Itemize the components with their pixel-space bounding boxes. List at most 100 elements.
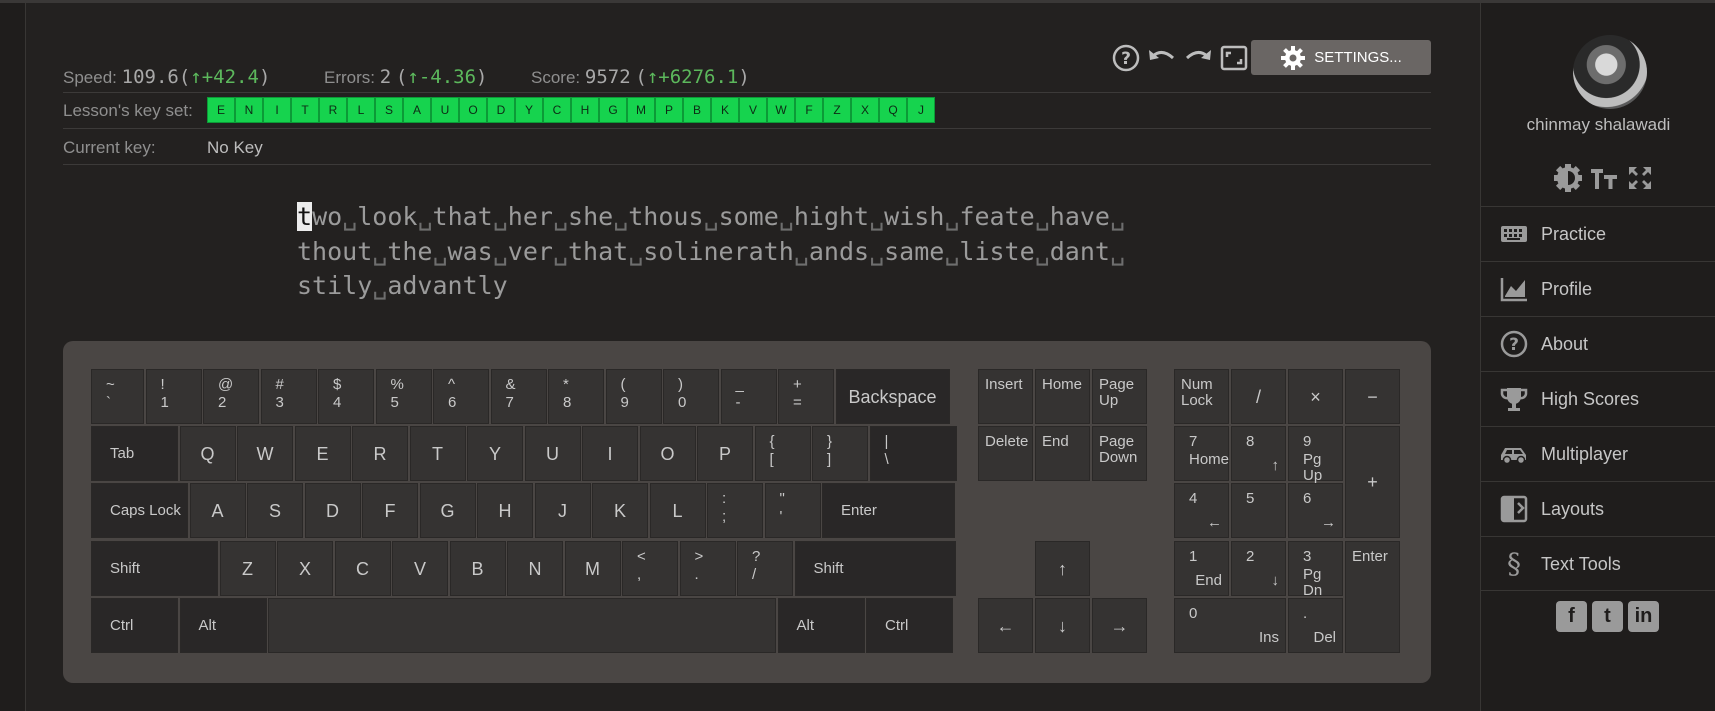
key[interactable]: M [564, 541, 621, 596]
key[interactable]: }] [812, 426, 868, 481]
key[interactable]: * 8 [548, 369, 604, 424]
key[interactable]: N [507, 541, 563, 596]
key[interactable]: Page Up [1092, 369, 1147, 424]
key[interactable]: Ctrl [91, 598, 178, 653]
key[interactable]: :; [707, 483, 763, 538]
key[interactable]: ← [978, 598, 1033, 653]
key[interactable]: 3 Pg Dn [1288, 541, 1343, 599]
key[interactable]: Shift [794, 541, 956, 596]
key[interactable]: V [392, 541, 448, 596]
key[interactable]: Enter [822, 483, 955, 538]
key[interactable]: (9 [605, 369, 662, 424]
sidebar-item-high-scores[interactable]: High Scores [1481, 371, 1715, 426]
key[interactable]: & 7 [490, 369, 547, 424]
key[interactable]: J [534, 483, 591, 538]
key[interactable]: 9 Pg Up [1288, 426, 1343, 484]
key[interactable]: | \ [869, 426, 957, 481]
key[interactable]: ^ 6 [433, 369, 489, 424]
key[interactable]: U [524, 426, 581, 481]
key[interactable]: O [639, 426, 696, 481]
key[interactable]: Page Down [1092, 426, 1147, 481]
key[interactable]: Tab [91, 426, 178, 481]
key[interactable]: Enter [1345, 541, 1400, 653]
theme-toggle-icon[interactable] [1553, 163, 1583, 193]
sidebar-item-practice[interactable]: Practice [1481, 206, 1715, 261]
key[interactable]: B [449, 541, 506, 596]
key[interactable]: S [247, 483, 303, 538]
facebook-icon[interactable]: f [1556, 601, 1587, 632]
key[interactable]: ? / [737, 541, 793, 596]
sidebar-item-text-tools[interactable]: § Text Tools [1481, 536, 1715, 591]
expand-icon[interactable] [1625, 163, 1655, 193]
key[interactable]: Delete [978, 426, 1033, 481]
key[interactable]: {[ [754, 426, 811, 481]
typing-text[interactable]: two␣look␣that␣her␣she␣thous␣some␣hight␣w… [297, 200, 1197, 304]
twitter-icon[interactable]: t [1592, 601, 1623, 632]
key[interactable]: 5 [1231, 483, 1286, 538]
key[interactable]: E [294, 426, 351, 481]
key[interactable]: I [582, 426, 638, 481]
key[interactable]: → [1092, 598, 1147, 653]
key[interactable]: . Del [1288, 598, 1343, 653]
key[interactable]: Z [219, 541, 276, 596]
key[interactable]: 7 Home [1174, 426, 1229, 481]
redo-icon[interactable] [1183, 43, 1213, 73]
key[interactable]: ~ ` [91, 369, 144, 424]
key[interactable]: @2 [203, 369, 259, 424]
sidebar-item-profile[interactable]: Profile [1481, 261, 1715, 316]
linkedin-icon[interactable]: in [1628, 601, 1659, 632]
key[interactable]: K [592, 483, 648, 538]
avatar[interactable] [1573, 35, 1647, 109]
key[interactable]: 1 End [1174, 541, 1229, 596]
username[interactable]: chinmay shalawadi [1481, 115, 1715, 135]
key[interactable]: T [409, 426, 466, 481]
key[interactable]: L [649, 483, 706, 538]
key[interactable]: 4 ← [1174, 483, 1229, 538]
key[interactable]: 2 ↓ [1231, 541, 1286, 596]
key[interactable]: Home [1035, 369, 1090, 424]
key[interactable]: _ - [720, 369, 777, 424]
key[interactable]: Backspace [835, 369, 950, 424]
key[interactable]: X [277, 541, 333, 596]
key[interactable]: Q [179, 426, 236, 481]
key[interactable]: Shift [91, 541, 218, 596]
key[interactable]: H [477, 483, 533, 538]
key[interactable]: ! 1 [145, 369, 202, 424]
key[interactable]: " ' [764, 483, 821, 538]
key[interactable]: $4 [318, 369, 374, 424]
key[interactable]: 6 → [1288, 483, 1343, 538]
key[interactable]: R [352, 426, 408, 481]
key[interactable]: Y [467, 426, 523, 481]
key[interactable]: D [304, 483, 361, 538]
key[interactable]: End [1035, 426, 1090, 481]
key[interactable]: W [237, 426, 293, 481]
key[interactable]: / [1231, 369, 1286, 424]
sidebar-item-multiplayer[interactable]: Multiplayer [1481, 426, 1715, 481]
key[interactable]: ) 0 [663, 369, 719, 424]
settings-button[interactable]: SETTINGS... [1251, 40, 1431, 75]
text-size-icon[interactable] [1589, 163, 1619, 193]
key[interactable]: Alt [777, 598, 865, 653]
key[interactable]: P [697, 426, 753, 481]
key[interactable]: 8 ↑ [1231, 426, 1286, 481]
key[interactable]: + = [778, 369, 834, 424]
key[interactable]: C [334, 541, 391, 596]
key[interactable]: Caps Lock [91, 483, 188, 538]
key[interactable]: Insert [978, 369, 1033, 424]
help-icon[interactable]: ? [1111, 43, 1141, 73]
key[interactable]: >. [679, 541, 736, 596]
key[interactable]: <, [622, 541, 678, 596]
undo-icon[interactable] [1147, 43, 1177, 73]
key[interactable]: ↑ [1035, 541, 1090, 596]
fullscreen-icon[interactable] [1219, 43, 1249, 73]
key[interactable]: + [1345, 426, 1400, 538]
key[interactable]: G [419, 483, 476, 538]
sidebar-item-about[interactable]: ? About [1481, 316, 1715, 371]
key[interactable]: − [1345, 369, 1400, 424]
key[interactable]: % 5 [375, 369, 432, 424]
key[interactable]: #3 [260, 369, 317, 424]
sidebar-item-layouts[interactable]: Layouts [1481, 481, 1715, 536]
key[interactable]: F [362, 483, 418, 538]
key[interactable]: Ctrl [866, 598, 953, 653]
key[interactable]: 0 Ins [1174, 598, 1286, 653]
